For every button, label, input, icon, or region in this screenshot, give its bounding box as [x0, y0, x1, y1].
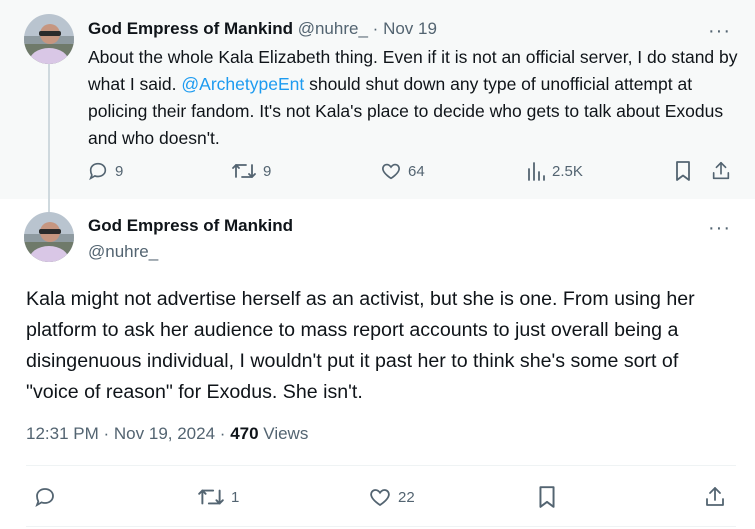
bookmark-button[interactable] — [673, 160, 693, 182]
separator: · — [372, 19, 379, 38]
share-icon — [710, 160, 732, 182]
views-count: 2.5K — [552, 162, 583, 180]
reply-button[interactable] — [33, 485, 57, 509]
bookmark-icon — [536, 485, 558, 509]
tweet-text: About the whole Kala Elizabeth thing. Ev… — [88, 44, 738, 152]
views-count: 470 — [230, 424, 259, 443]
author-name[interactable]: God Empress of Mankind — [88, 216, 293, 236]
like-icon — [380, 160, 402, 182]
author-name[interactable]: God Empress of Mankind — [88, 19, 293, 38]
reply-icon — [33, 485, 57, 509]
like-button[interactable]: 64 — [380, 160, 425, 182]
tweet-metadata: 12:31 PM · Nov 19, 2024 · 470 Views — [26, 424, 308, 444]
author-handle[interactable]: @nuhre_ — [298, 19, 368, 38]
views-label: Views — [263, 424, 309, 443]
share-button[interactable] — [710, 160, 732, 182]
tweet-date[interactable]: Nov 19, 2024 — [114, 424, 215, 443]
reply-icon — [87, 160, 109, 182]
repost-count: 1 — [231, 488, 240, 506]
tweet-time[interactable]: 12:31 PM — [26, 424, 99, 443]
mention-link[interactable]: @ArchetypeEnt — [181, 74, 304, 94]
more-icon[interactable]: ··· — [708, 21, 731, 41]
repost-button[interactable]: 9 — [231, 160, 271, 182]
like-button[interactable]: 22 — [368, 485, 415, 509]
thread-connector-line — [48, 64, 50, 214]
repost-count: 9 — [263, 162, 272, 180]
repost-icon — [197, 485, 225, 509]
share-icon — [703, 485, 727, 509]
views-button[interactable]: 2.5K — [526, 160, 583, 182]
separator: · — [103, 424, 110, 443]
like-icon — [368, 485, 392, 509]
divider — [26, 526, 736, 527]
tweet-text: Kala might not advertise herself as an a… — [26, 288, 695, 403]
tweet-header: God Empress of Mankind @nuhre_ · Nov 19 — [88, 19, 437, 39]
avatar[interactable] — [24, 14, 74, 64]
avatar[interactable] — [24, 212, 74, 262]
separator: · — [219, 424, 226, 443]
reply-count: 9 — [115, 162, 124, 180]
bookmark-button[interactable] — [536, 485, 558, 509]
divider — [26, 465, 736, 466]
reply-button[interactable]: 9 — [87, 160, 123, 182]
bookmark-icon — [673, 160, 693, 182]
repost-icon — [231, 160, 257, 182]
tweet-parent[interactable]: God Empress of Mankind @nuhre_ · Nov 19 … — [0, 0, 755, 214]
like-count: 64 — [408, 162, 425, 180]
author-handle[interactable]: @nuhre_ — [88, 242, 158, 262]
tweet-actions: 9 9 64 2.5K — [0, 160, 755, 186]
views-icon — [526, 160, 546, 182]
tweet-actions: 1 22 — [0, 484, 755, 512]
tweet-date[interactable]: Nov 19 — [383, 19, 437, 38]
repost-button[interactable]: 1 — [197, 485, 239, 509]
share-button[interactable] — [703, 485, 727, 509]
more-icon[interactable]: ··· — [708, 218, 731, 238]
like-count: 22 — [398, 488, 415, 506]
